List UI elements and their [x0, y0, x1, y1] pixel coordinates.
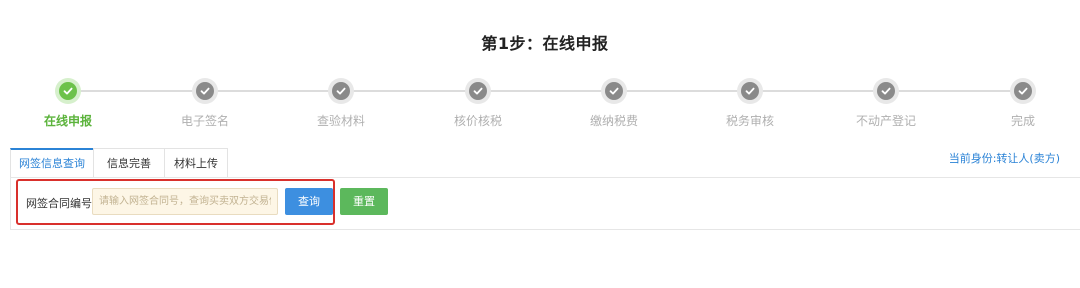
query-button[interactable]: 查询 — [285, 188, 333, 215]
contract-number-input[interactable] — [92, 188, 278, 215]
tab-info-complete[interactable]: 信息完善 — [93, 148, 165, 177]
step-5-label: 缴纳税费 — [589, 114, 638, 128]
step-4-check-icon — [469, 82, 487, 100]
tab-contract-query[interactable]: 网签信息查询 — [10, 148, 94, 177]
step-1[interactable]: 在线申报 — [13, 80, 123, 129]
step-3-check-icon — [332, 82, 350, 100]
panel-border-top — [10, 177, 1080, 178]
step-4[interactable]: 核价核税 — [423, 80, 533, 129]
contract-number-label: 网签合同编号 — [26, 197, 92, 210]
step-8[interactable]: 完成 — [968, 80, 1078, 129]
step-1-check-icon — [59, 82, 77, 100]
step-6[interactable]: 税务审核 — [695, 80, 805, 129]
step-2-label: 电子签名 — [180, 114, 229, 128]
current-identity: 当前身份:转让人(卖方) — [948, 152, 1060, 165]
tab-material-upload[interactable]: 材料上传 — [164, 148, 228, 177]
step-7-label: 不动产登记 — [855, 114, 916, 128]
panel-border-left — [10, 177, 11, 229]
step-4-label: 核价核税 — [453, 114, 502, 128]
step-7[interactable]: 不动产登记 — [831, 80, 941, 129]
step-3-label: 查验材料 — [316, 114, 365, 128]
reset-button[interactable]: 重置 — [340, 188, 388, 215]
progress-steps: 在线申报 电子签名 查验材料 核价核税 缴纳税费 税务审核 不动产登记 完成 — [0, 80, 1080, 130]
step-5-check-icon — [605, 82, 623, 100]
step-3[interactable]: 查验材料 — [286, 80, 396, 129]
step-2-check-icon — [196, 82, 214, 100]
panel-border-bottom — [10, 229, 1080, 230]
step-5[interactable]: 缴纳税费 — [559, 80, 669, 129]
step-2[interactable]: 电子签名 — [150, 80, 260, 129]
step-6-check-icon — [741, 82, 759, 100]
step-7-check-icon — [877, 82, 895, 100]
step-1-label: 在线申报 — [43, 114, 92, 128]
step-6-label: 税务审核 — [725, 114, 774, 128]
page-title: 第1步：在线申报 — [481, 34, 609, 53]
step-8-label: 完成 — [1010, 114, 1035, 128]
tabs-bar: 网签信息查询 信息完善 材料上传 — [10, 148, 1080, 178]
step-8-check-icon — [1014, 82, 1032, 100]
